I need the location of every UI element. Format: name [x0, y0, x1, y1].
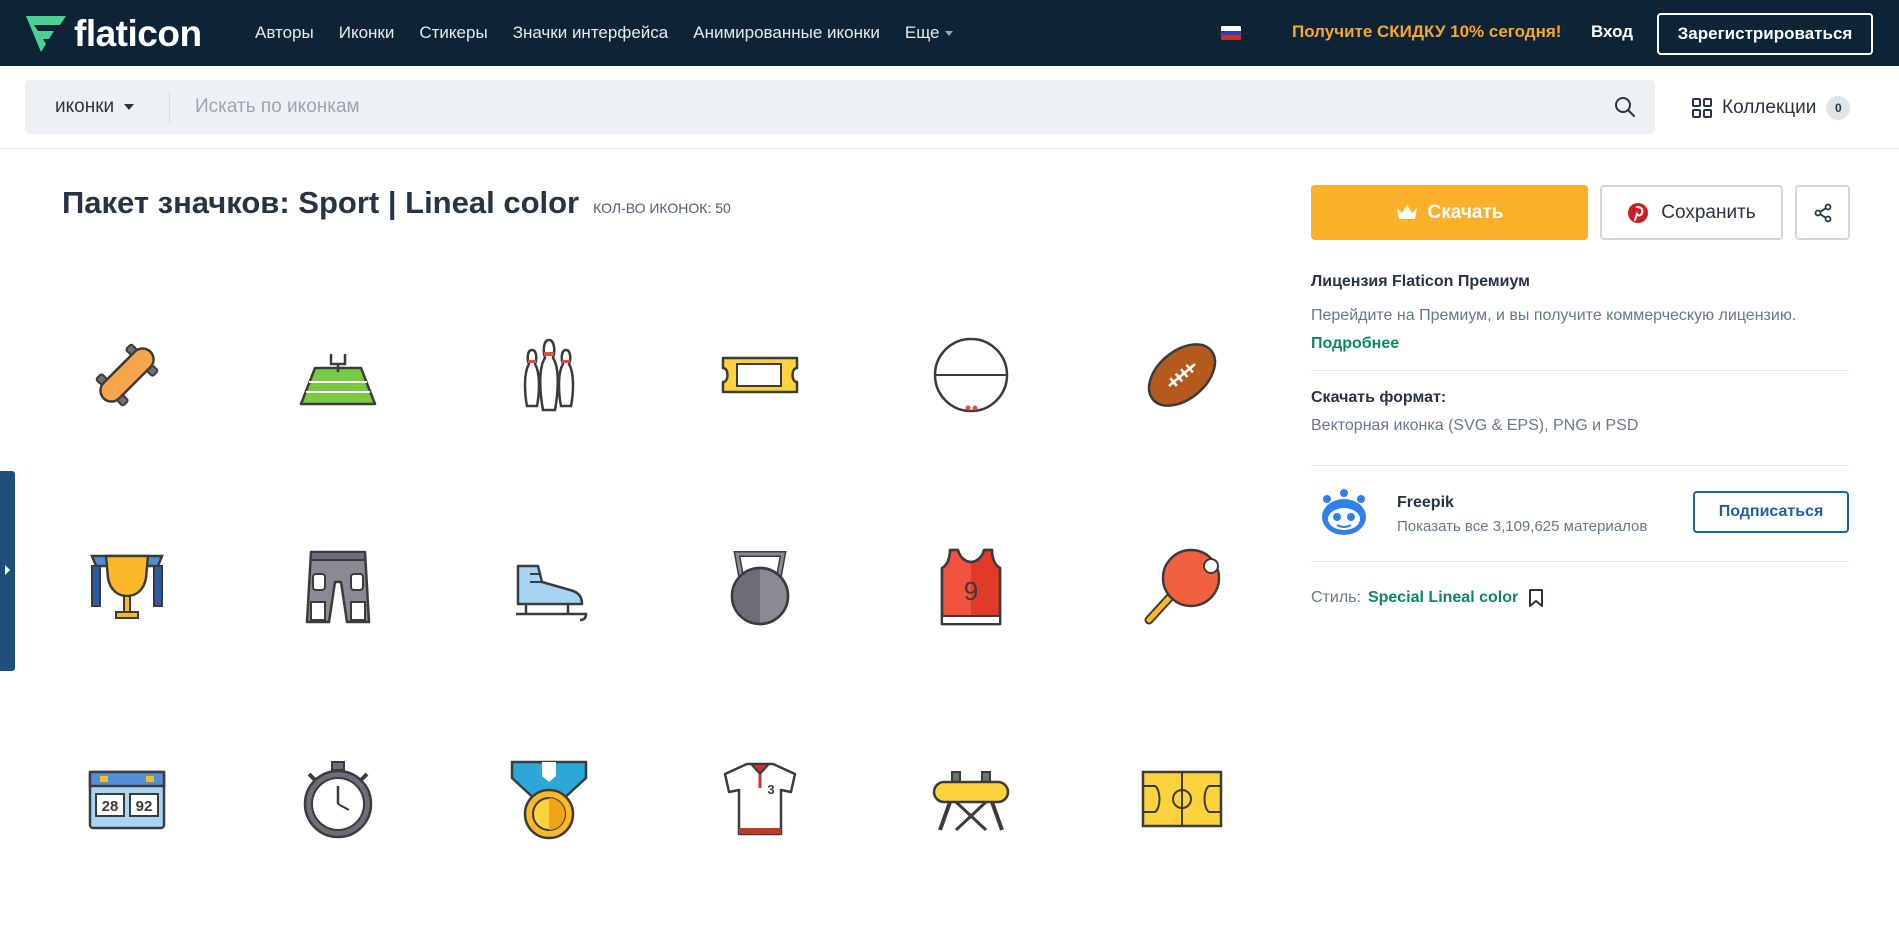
logo-text: flaticon [74, 13, 202, 54]
pinterest-save-button[interactable]: Сохранить [1600, 185, 1783, 240]
register-button[interactable]: Зарегистрироваться [1657, 13, 1873, 55]
icon-cell[interactable] [695, 522, 825, 652]
bowling-pins-icon [523, 338, 575, 412]
style-link[interactable]: Special Lineal color [1368, 589, 1518, 607]
icon-cell[interactable] [1117, 522, 1247, 652]
bookmark-icon[interactable] [1528, 588, 1544, 608]
divider [1311, 561, 1849, 562]
pack-title-row: Пакет значков: Sport | Lineal color КОЛ-… [62, 185, 731, 221]
nav-item-stickers[interactable]: Стикеры [419, 23, 487, 43]
share-icon [1814, 203, 1831, 222]
ping-pong-paddle-icon [1144, 548, 1221, 625]
search-type-dropdown[interactable]: иконки [25, 91, 170, 123]
kettlebell-icon [730, 551, 790, 626]
ice-skate-icon [516, 564, 588, 622]
icon-cell[interactable] [484, 734, 614, 864]
save-label: Сохранить [1661, 201, 1756, 223]
collections-count-badge: 0 [1826, 96, 1851, 120]
icon-cell[interactable] [273, 522, 403, 652]
search-box: иконки [25, 80, 1655, 134]
icon-cell[interactable] [906, 310, 1036, 440]
pinterest-icon [1628, 202, 1649, 223]
nav-item-animated-icons[interactable]: Анимированные иконки [693, 23, 880, 43]
flaticon-logo[interactable]: flaticon [24, 13, 202, 54]
flaticon-logo-icon [26, 16, 66, 52]
icon-cell[interactable] [484, 522, 614, 652]
football-field-icon [299, 354, 377, 406]
trophy-icon [90, 554, 164, 619]
format-description: Векторная иконка (SVG & EPS), PNG и PSD [1311, 417, 1639, 434]
shirt-number: 3 [767, 782, 774, 797]
ticket-icon [721, 356, 799, 394]
page-title: Пакет значков: Sport | Lineal color [62, 185, 580, 220]
skateboard-icon [95, 343, 159, 407]
basketball-court-icon [1141, 770, 1223, 828]
caret-down-icon [124, 104, 135, 110]
chevron-down-icon [944, 31, 953, 36]
freepik-avatar-icon[interactable] [1317, 487, 1371, 541]
medal-icon [510, 760, 588, 840]
icon-cell[interactable] [273, 734, 403, 864]
ball-icon [933, 337, 1009, 413]
divider [1311, 465, 1849, 466]
nav-item-authors[interactable]: Авторы [255, 23, 314, 43]
rugby-ball-icon [1147, 343, 1217, 407]
search-icon [1615, 97, 1635, 117]
author-name[interactable]: Freepik [1397, 494, 1454, 512]
crown-icon [1396, 204, 1417, 219]
search-button[interactable] [1595, 80, 1655, 134]
icon-cell[interactable] [62, 310, 192, 440]
share-button[interactable] [1795, 185, 1850, 240]
pommel-horse-icon [932, 771, 1010, 832]
stopwatch-icon [303, 761, 373, 839]
license-description: Перейдите на Премиум, и вы получите комм… [1311, 307, 1797, 324]
nav-item-more[interactable]: Еще [905, 23, 953, 43]
license-title: Лицензия Flaticon Премиум [1311, 273, 1530, 290]
icon-cell[interactable] [484, 310, 614, 440]
icon-cell[interactable] [1117, 310, 1247, 440]
icon-cell[interactable] [273, 310, 403, 440]
icon-cell[interactable] [62, 522, 192, 652]
download-label: Скачать [1427, 201, 1504, 223]
icon-cell[interactable] [1117, 734, 1247, 864]
search-bar-row: иконки Коллекции 0 [0, 66, 1899, 149]
score-home: 28 [102, 798, 119, 815]
icon-cell[interactable]: 28 92 [62, 734, 192, 864]
jersey-number: 9 [964, 576, 978, 606]
icon-count: КОЛ-ВО ИКОНОК: 50 [593, 200, 731, 216]
main-nav: Авторы Иконки Стикеры Значки интерфейса … [255, 0, 978, 66]
promo-link[interactable]: Получите СКИДКУ 10% сегодня! [1292, 22, 1561, 42]
nav-item-interface-icons[interactable]: Значки интерфейса [513, 23, 669, 43]
score-away: 92 [136, 798, 153, 815]
format-title: Скачать формат: [1311, 389, 1447, 406]
style-label: Стиль: [1311, 589, 1361, 606]
sport-shirt-icon: 3 [723, 762, 797, 836]
download-button[interactable]: Скачать [1311, 185, 1588, 240]
scoreboard-icon: 28 92 [88, 770, 166, 830]
icon-cell[interactable] [906, 734, 1036, 864]
icon-cell[interactable]: 3 [695, 734, 825, 864]
search-type-label: иконки [55, 96, 115, 117]
russian-flag-icon[interactable] [1221, 26, 1241, 40]
icon-cell[interactable] [695, 310, 825, 440]
nav-item-icons[interactable]: Иконки [339, 23, 395, 43]
divider [1311, 370, 1849, 371]
login-link[interactable]: Вход [1591, 22, 1633, 42]
nav-more-label: Еще [904, 23, 940, 42]
license-more-link[interactable]: Подробнее [1311, 335, 1399, 353]
follow-button[interactable]: Подписаться [1693, 491, 1849, 533]
author-materials-link[interactable]: Показать все 3,109,625 материалов [1397, 518, 1647, 535]
football-pants-icon [305, 550, 371, 624]
collections-label: Коллекции [1722, 97, 1817, 118]
top-navbar: flaticon Авторы Иконки Стикеры Значки ин… [0, 0, 1899, 66]
style-row: Стиль: Special Lineal color [1311, 588, 1544, 608]
search-input[interactable] [170, 80, 1595, 134]
icon-cell[interactable]: 9 [906, 522, 1036, 652]
collections-button[interactable]: Коллекции 0 [1692, 93, 1851, 123]
chevron-right-icon [5, 565, 10, 575]
grid-icon [1692, 98, 1712, 118]
side-panel-toggle[interactable] [0, 471, 15, 671]
basketball-jersey-icon: 9 [940, 548, 1002, 626]
